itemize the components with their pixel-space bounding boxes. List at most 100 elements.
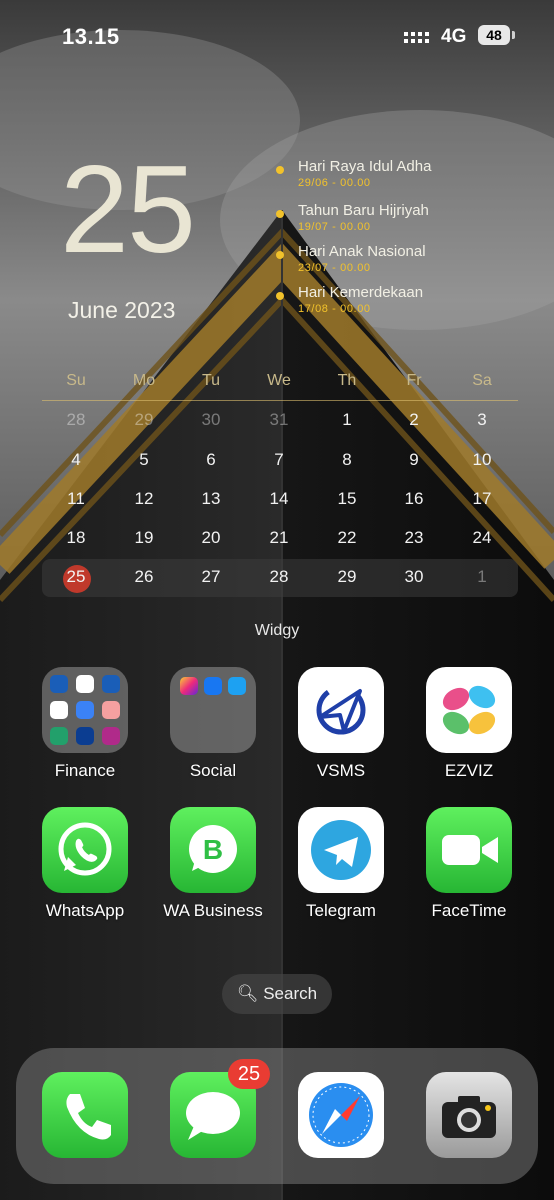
calendar-day: 29 (134, 410, 154, 429)
calendar-day: 30 (201, 410, 221, 429)
calendar-day: 1 (342, 410, 352, 429)
svg-text:B: B (203, 834, 223, 865)
calendar-day: 24 (472, 528, 492, 547)
calendar-day: 9 (409, 450, 419, 469)
calendar-day: 17 (472, 489, 492, 508)
app-label: Finance (54, 761, 116, 780)
calendar-day-today: 25 (66, 567, 86, 586)
calendar-day: 16 (404, 489, 424, 508)
weekday-header: Tu (201, 372, 221, 389)
event-dot-icon (276, 251, 284, 259)
app-finance-folder[interactable]: Finance (29, 667, 141, 781)
widget-month-year: June 2023 (68, 297, 176, 323)
messages-badge: 25 (228, 1059, 270, 1089)
calendar-day: 7 (274, 450, 284, 469)
mini-app-icon (102, 727, 120, 745)
app-ezviz[interactable]: EZVIZ (413, 667, 525, 781)
battery-level: 48 (478, 25, 510, 45)
event-dot-icon (276, 166, 284, 174)
rti-business-icon (76, 727, 94, 745)
search-icon: 🔍︎ (236, 984, 259, 1003)
app-telegram[interactable]: Telegram (285, 807, 397, 921)
event-date: 29/06 - 00.00 (298, 177, 371, 189)
calendar-day: 18 (66, 528, 86, 547)
app-vsms[interactable]: VSMS (285, 667, 397, 781)
mini-app-icon (76, 701, 94, 719)
mini-app-icon (50, 727, 68, 745)
mini-app-icon (102, 701, 120, 719)
app-label: FaceTime (431, 901, 507, 920)
search-label: Search (263, 984, 318, 1003)
calendar-day: 5 (139, 450, 149, 469)
calendar-day: 19 (134, 528, 154, 547)
calendar-day: 21 (269, 528, 289, 547)
whatsapp-icon (42, 807, 128, 893)
event-name: Hari Kemerdekaan (298, 284, 424, 301)
bca-icon (102, 675, 120, 693)
network-type: 4G (441, 26, 467, 47)
app-facetime[interactable]: FaceTime (413, 807, 525, 921)
weekday-header: Th (337, 372, 357, 389)
calendar-divider (42, 400, 518, 401)
app-label: WA Business (163, 901, 263, 920)
vsms-icon (298, 667, 384, 753)
spotlight-search-button[interactable]: 🔍︎ Search (222, 974, 332, 1014)
event-date: 19/07 - 00.00 (298, 221, 371, 233)
app-wa-business[interactable]: B WA Business (157, 807, 269, 921)
status-time: 13.15 (62, 24, 120, 49)
app-label: Telegram (306, 901, 376, 920)
calendar-day: 4 (71, 450, 81, 469)
safari-icon[interactable] (298, 1072, 384, 1158)
calendar-day: 14 (269, 489, 289, 508)
mini-app-icon (50, 701, 68, 719)
ezviz-icon (426, 667, 512, 753)
calendar-day: 22 (337, 528, 357, 547)
calendar-day: 13 (201, 489, 221, 508)
widget-label: Widgy (254, 622, 300, 639)
twitter-icon (228, 677, 246, 695)
event-name: Hari Anak Nasional (298, 243, 426, 260)
bca-mobile-icon (50, 675, 68, 693)
app-whatsapp[interactable]: WhatsApp (29, 807, 141, 921)
calendar-day: 3 (477, 410, 487, 429)
wa-business-icon: B (170, 807, 256, 893)
app-label: WhatsApp (45, 901, 125, 920)
facetime-icon (426, 807, 512, 893)
calendar-day: 15 (337, 489, 357, 508)
camera-icon[interactable] (426, 1072, 512, 1158)
app-social-folder[interactable]: Social (157, 667, 269, 781)
event-dot-icon (276, 292, 284, 300)
calendar-day: 6 (206, 450, 216, 469)
calendar-day: 23 (404, 528, 424, 547)
weekday-header: Sa (472, 372, 492, 389)
mini-app-icon (76, 675, 94, 693)
signal-strength-icon (404, 32, 429, 43)
phone-icon[interactable] (42, 1072, 128, 1158)
event-name: Tahun Baru Hijriyah (298, 202, 429, 219)
battery-icon: 48 (478, 25, 516, 47)
event-name: Hari Raya Idul Adha (298, 158, 432, 175)
widget-big-day[interactable]: 25 (60, 148, 196, 272)
calendar-day: 8 (342, 450, 352, 469)
calendar-day: 26 (134, 567, 154, 586)
finance-folder-icon (42, 667, 128, 753)
calendar-day: 28 (66, 410, 86, 429)
calendar-day: 30 (404, 567, 424, 586)
calendar-day: 28 (269, 567, 289, 586)
calendar-day: 27 (201, 567, 221, 586)
calendar-day: 31 (269, 410, 289, 429)
event-date: 17/08 - 00.00 (298, 303, 371, 315)
weekday-header: Su (66, 372, 86, 389)
calendar-day: 1 (477, 567, 487, 586)
app-label: EZVIZ (444, 761, 494, 780)
calendar-day: 29 (337, 567, 357, 586)
instagram-icon (180, 677, 198, 695)
app-label: Social (189, 761, 237, 780)
calendar-day: 20 (201, 528, 221, 547)
calendar-day: 11 (67, 489, 85, 508)
app-label: VSMS (316, 761, 366, 780)
calendar-day: 10 (472, 450, 492, 469)
weekday-header: Fr (406, 372, 422, 389)
calendar-day: 2 (409, 410, 419, 429)
telegram-icon (298, 807, 384, 893)
